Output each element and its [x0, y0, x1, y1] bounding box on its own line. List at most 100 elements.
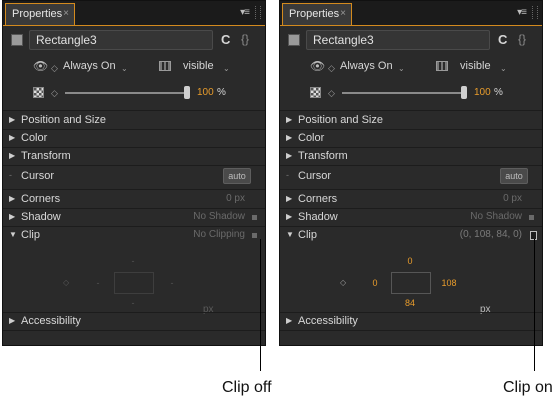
- section-corners[interactable]: ▶ Corners 0 px: [3, 191, 265, 208]
- visibility-row: 👁 ◇ Always On ⌄ visible ⌄: [3, 56, 265, 78]
- shadow-toggle-icon[interactable]: [252, 215, 257, 220]
- c-icon[interactable]: C: [221, 33, 235, 47]
- eye-icon[interactable]: 👁: [310, 59, 325, 73]
- clip-right-field[interactable]: -: [157, 278, 187, 288]
- opacity-value[interactable]: 100: [197, 87, 214, 98]
- clip-bottom-field[interactable]: -: [123, 298, 143, 308]
- film-icon: [159, 61, 171, 71]
- section-clip[interactable]: ▼ Clip No Clipping: [3, 227, 265, 244]
- c-icon[interactable]: C: [498, 33, 512, 47]
- braces-icon[interactable]: {}: [518, 31, 538, 47]
- section-shadow[interactable]: ▶ Shadow No Shadow: [280, 209, 542, 226]
- section-position-size[interactable]: ▶ Position and Size: [280, 112, 542, 129]
- name-row: Rectangle3 C {}: [3, 26, 265, 54]
- section-shadow[interactable]: ▶ Shadow No Shadow: [3, 209, 265, 226]
- chevron-down-icon[interactable]: ⌄: [223, 64, 230, 73]
- divider: [3, 189, 265, 190]
- caption-clip-on: Clip on: [503, 379, 553, 396]
- section-label: Color: [21, 132, 48, 144]
- tab-label: Properties: [289, 8, 340, 20]
- expand-arrow-icon[interactable]: ▶: [286, 212, 292, 221]
- shadow-toggle-icon[interactable]: [529, 215, 534, 220]
- diamond-icon[interactable]: ◇: [328, 88, 335, 99]
- expand-arrow-icon[interactable]: ▶: [9, 115, 15, 124]
- clip-right-field[interactable]: 108: [434, 278, 464, 288]
- diamond-icon[interactable]: ◇: [51, 63, 58, 74]
- opacity-slider-thumb[interactable]: [461, 86, 467, 99]
- callout-line-clip-on: [534, 239, 535, 371]
- section-cursor[interactable]: - Cursor auto: [3, 168, 265, 186]
- diamond-icon[interactable]: ◇: [63, 278, 69, 287]
- expand-arrow-icon[interactable]: ▶: [286, 194, 292, 203]
- corners-value: 0 px: [503, 193, 522, 204]
- clip-left-field[interactable]: 0: [360, 278, 390, 288]
- eye-icon[interactable]: 👁: [33, 59, 48, 73]
- expand-arrow-icon[interactable]: ▶: [286, 115, 292, 124]
- expand-arrow-icon[interactable]: ▶: [9, 133, 15, 142]
- section-cursor[interactable]: - Cursor auto: [280, 168, 542, 186]
- section-label: Color: [298, 132, 325, 144]
- rectangle-icon: [11, 34, 23, 46]
- panel-body: Rectangle3 C {} 👁 ◇ Always On ⌄ visible …: [280, 25, 542, 345]
- visibility-dropdown[interactable]: visible: [460, 60, 491, 72]
- chevron-down-icon[interactable]: ⌄: [500, 64, 507, 73]
- clip-bottom-field[interactable]: 84: [400, 298, 420, 308]
- expand-arrow-icon[interactable]: ▶: [286, 133, 292, 142]
- section-transform[interactable]: ▶ Transform: [280, 148, 542, 165]
- section-position-size[interactable]: ▶ Position and Size: [3, 112, 265, 129]
- clip-top-field[interactable]: 0: [400, 256, 420, 266]
- grip-icon[interactable]: [255, 6, 261, 19]
- expand-arrow-icon[interactable]: ▶: [286, 151, 292, 160]
- divider: [280, 165, 542, 166]
- opacity-checker-icon: [33, 87, 44, 98]
- divider: [280, 110, 542, 111]
- clip-left-field[interactable]: -: [83, 278, 113, 288]
- section-color[interactable]: ▶ Color: [280, 130, 542, 147]
- diamond-icon[interactable]: ◇: [328, 63, 335, 74]
- panel-tabbar: Properties × ▾≡: [3, 1, 265, 25]
- opacity-slider-track[interactable]: [342, 92, 466, 94]
- opacity-value[interactable]: 100: [474, 87, 491, 98]
- collapse-arrow-icon[interactable]: ▼: [286, 230, 294, 239]
- cursor-auto-button[interactable]: auto: [500, 168, 528, 184]
- chevron-down-icon[interactable]: ⌄: [398, 64, 405, 73]
- expand-arrow-icon[interactable]: ▶: [9, 316, 15, 325]
- close-icon[interactable]: ×: [340, 4, 346, 24]
- opacity-slider-thumb[interactable]: [184, 86, 190, 99]
- grip-icon[interactable]: [532, 6, 538, 19]
- clip-editor: ◇ - - - - px: [3, 244, 265, 322]
- section-corners[interactable]: ▶ Corners 0 px: [280, 191, 542, 208]
- opacity-unit: %: [217, 87, 226, 98]
- section-accessibility[interactable]: ▶ Accessibility: [280, 313, 542, 330]
- cursor-auto-button[interactable]: auto: [223, 168, 251, 184]
- visibility-mode-dropdown[interactable]: Always On: [340, 60, 393, 72]
- opacity-slider-track[interactable]: [65, 92, 189, 94]
- object-name-field[interactable]: Rectangle3: [306, 30, 490, 50]
- section-transform[interactable]: ▶ Transform: [3, 148, 265, 165]
- diamond-icon[interactable]: ◇: [340, 278, 346, 287]
- panel-menu-icon[interactable]: ▾≡: [240, 7, 250, 18]
- expand-arrow-icon[interactable]: ▶: [9, 194, 15, 203]
- braces-icon[interactable]: {}: [241, 31, 261, 47]
- expand-arrow-icon[interactable]: ▶: [9, 151, 15, 160]
- expand-arrow-icon[interactable]: ▶: [9, 212, 15, 221]
- chevron-down-icon[interactable]: ⌄: [121, 64, 128, 73]
- section-label: Transform: [21, 150, 71, 162]
- close-icon[interactable]: ×: [63, 4, 69, 24]
- section-color[interactable]: ▶ Color: [3, 130, 265, 147]
- collapse-arrow-icon[interactable]: ▼: [9, 230, 17, 239]
- clip-top-field[interactable]: -: [123, 256, 143, 266]
- panel-menu-icon[interactable]: ▾≡: [517, 7, 527, 18]
- section-clip[interactable]: ▼ Clip (0, 108, 84, 0): [280, 227, 542, 244]
- tab-properties[interactable]: Properties ×: [282, 3, 352, 25]
- section-label: Corners: [21, 193, 61, 205]
- tab-properties[interactable]: Properties ×: [5, 3, 75, 25]
- visibility-row: 👁 ◇ Always On ⌄ visible ⌄: [280, 56, 542, 78]
- visibility-mode-dropdown[interactable]: Always On: [63, 60, 116, 72]
- section-accessibility[interactable]: ▶ Accessibility: [3, 313, 265, 330]
- expand-arrow-icon[interactable]: ▶: [286, 316, 292, 325]
- clip-toggle-icon[interactable]: [252, 233, 257, 238]
- diamond-icon[interactable]: ◇: [51, 88, 58, 99]
- object-name-field[interactable]: Rectangle3: [29, 30, 213, 50]
- visibility-dropdown[interactable]: visible: [183, 60, 214, 72]
